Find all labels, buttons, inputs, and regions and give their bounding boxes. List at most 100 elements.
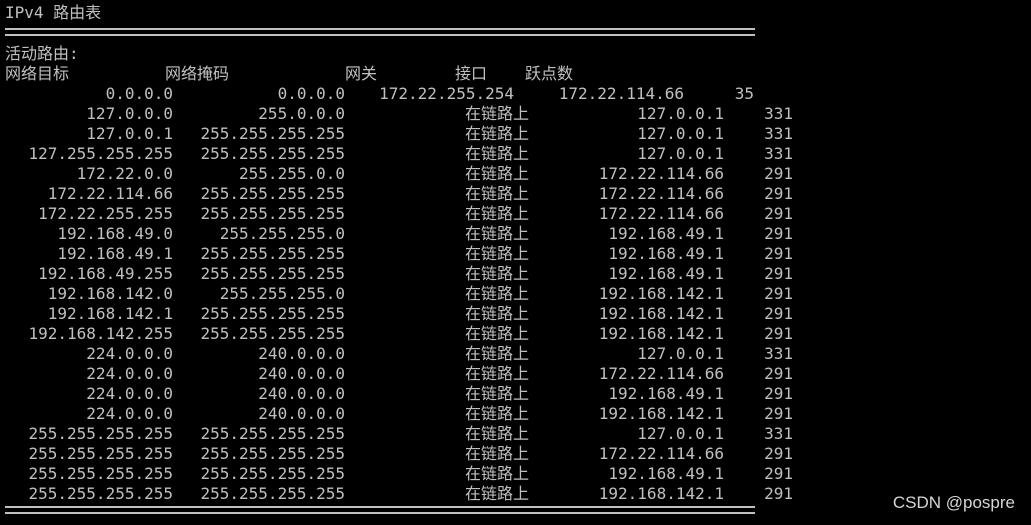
- cell-interface: 127.0.0.1: [637, 124, 724, 143]
- cell-gateway: 在链路上: [465, 204, 530, 223]
- cell-interface: 192.168.49.1: [608, 244, 724, 263]
- cell-gateway: 在链路上: [465, 324, 530, 343]
- cell-destination: 224.0.0.0: [86, 404, 173, 423]
- cell-gateway: 在链路上: [465, 364, 530, 383]
- cell-interface: 127.0.0.1: [637, 344, 724, 363]
- cell-metric: 291: [764, 324, 793, 343]
- cell-destination: 192.168.142.255: [28, 324, 174, 343]
- cell-interface: 192.168.49.1: [608, 264, 724, 283]
- cell-metric: 331: [764, 424, 793, 443]
- cell-gateway: 在链路上: [465, 144, 530, 163]
- cell-gateway: 在链路上: [465, 284, 530, 303]
- cell-destination: 192.168.49.0: [57, 224, 173, 243]
- cell-metric: 291: [764, 304, 793, 323]
- cell-netmask: 240.0.0.0: [258, 344, 345, 363]
- cell-destination: 192.168.142.1: [47, 304, 173, 323]
- cell-interface: 192.168.142.1: [598, 404, 724, 423]
- divider-top: [5, 28, 755, 36]
- section-label: 活动路由:: [5, 44, 79, 63]
- cell-destination: 192.168.142.0: [47, 284, 173, 303]
- cell-netmask: 255.255.255.255: [200, 324, 346, 343]
- cell-metric: 291: [764, 384, 793, 403]
- cell-netmask: 255.255.255.255: [200, 464, 346, 483]
- cell-netmask: 255.255.0.0: [239, 164, 345, 183]
- cell-metric: 291: [764, 264, 793, 283]
- cell-metric: 331: [764, 144, 793, 163]
- cell-interface: 192.168.142.1: [598, 304, 724, 323]
- cell-metric: 291: [764, 224, 793, 243]
- cell-metric: 291: [764, 284, 793, 303]
- cell-destination: 0.0.0.0: [105, 84, 173, 103]
- header-gateway: 网关: [345, 64, 378, 83]
- cell-gateway: 在链路上: [465, 184, 530, 203]
- cell-netmask: 255.255.255.0: [219, 224, 345, 243]
- cell-interface: 172.22.114.66: [558, 84, 684, 103]
- cell-netmask: 240.0.0.0: [258, 404, 345, 423]
- cell-gateway: 在链路上: [465, 104, 530, 123]
- cell-destination: 224.0.0.0: [86, 364, 173, 383]
- cell-interface: 192.168.142.1: [598, 484, 724, 503]
- cell-gateway: 在链路上: [465, 424, 530, 443]
- cell-gateway: 在链路上: [465, 304, 530, 323]
- cell-interface: 192.168.49.1: [608, 464, 724, 483]
- cell-interface: 172.22.114.66: [598, 364, 724, 383]
- cell-gateway: 在链路上: [465, 224, 530, 243]
- cell-gateway: 在链路上: [465, 404, 530, 423]
- cell-metric: 291: [764, 164, 793, 183]
- cell-gateway: 在链路上: [465, 444, 530, 463]
- cell-destination: 255.255.255.255: [28, 444, 174, 463]
- header-netmask: 网络掩码: [165, 64, 230, 83]
- cell-gateway: 在链路上: [465, 484, 530, 503]
- cell-interface: 192.168.49.1: [608, 224, 724, 243]
- cell-gateway: 172.22.255.254: [379, 84, 514, 103]
- cell-netmask: 255.255.255.0: [219, 284, 345, 303]
- cell-gateway: 在链路上: [465, 124, 530, 143]
- cell-destination: 127.255.255.255: [28, 144, 174, 163]
- cell-gateway: 在链路上: [465, 164, 530, 183]
- cell-metric: 291: [764, 364, 793, 383]
- cell-metric: 291: [764, 484, 793, 503]
- cell-metric: 331: [764, 344, 793, 363]
- cell-netmask: 255.255.255.255: [200, 124, 346, 143]
- cell-interface: 192.168.49.1: [608, 384, 724, 403]
- cell-netmask: 255.255.255.255: [200, 444, 346, 463]
- cell-destination: 224.0.0.0: [86, 384, 173, 403]
- cell-netmask: 255.255.255.255: [200, 244, 346, 263]
- header-destination: 网络目标: [5, 64, 70, 83]
- cell-netmask: 255.255.255.255: [200, 204, 346, 223]
- divider-bottom: [5, 506, 755, 514]
- cell-destination: 172.22.0.0: [76, 164, 173, 183]
- cell-destination: 255.255.255.255: [28, 464, 174, 483]
- cell-interface: 172.22.114.66: [598, 164, 724, 183]
- cell-destination: 192.168.49.255: [38, 264, 173, 283]
- cell-metric: 291: [764, 184, 793, 203]
- cell-gateway: 在链路上: [465, 464, 530, 483]
- cell-interface: 127.0.0.1: [637, 424, 724, 443]
- cell-netmask: 255.255.255.255: [200, 144, 346, 163]
- cell-destination: 192.168.49.1: [57, 244, 173, 263]
- cell-netmask: 255.255.255.255: [200, 424, 346, 443]
- cell-destination: 224.0.0.0: [86, 344, 173, 363]
- cell-destination: 255.255.255.255: [28, 424, 174, 443]
- cell-metric: 291: [764, 464, 793, 483]
- cell-interface: 172.22.114.66: [598, 444, 724, 463]
- header-interface: 接口: [455, 64, 488, 83]
- cell-interface: 127.0.0.1: [637, 104, 724, 123]
- cell-netmask: 255.255.255.255: [200, 484, 346, 503]
- cell-gateway: 在链路上: [465, 244, 530, 263]
- cell-netmask: 255.255.255.255: [200, 304, 346, 323]
- cell-metric: 35: [734, 84, 754, 103]
- cell-interface: 192.168.142.1: [598, 324, 724, 343]
- cell-netmask: 0.0.0.0: [277, 84, 345, 103]
- cell-destination: 127.0.0.0: [86, 104, 173, 123]
- cell-netmask: 255.255.255.255: [200, 184, 346, 203]
- cell-destination: 255.255.255.255: [28, 484, 174, 503]
- cell-netmask: 255.0.0.0: [258, 104, 345, 123]
- cell-metric: 331: [764, 104, 793, 123]
- cell-metric: 291: [764, 404, 793, 423]
- cell-netmask: 240.0.0.0: [258, 384, 345, 403]
- cell-interface: 172.22.114.66: [598, 204, 724, 223]
- cell-destination: 172.22.255.255: [38, 204, 173, 223]
- watermark: CSDN @pospre: [892, 493, 1015, 512]
- cell-destination: 172.22.114.66: [47, 184, 173, 203]
